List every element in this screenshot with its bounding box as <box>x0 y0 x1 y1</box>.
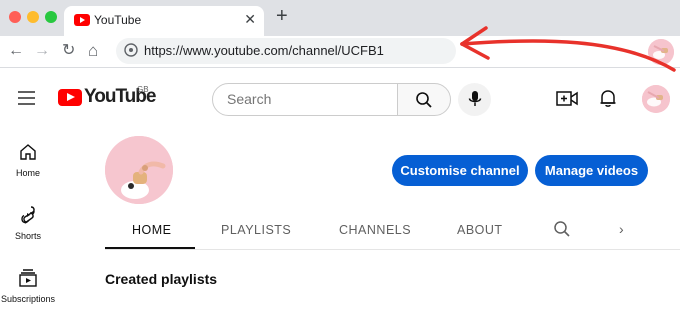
create-video-icon[interactable] <box>556 90 578 108</box>
browser-tab[interactable]: YouTube ✕ <box>64 6 264 36</box>
address-bar[interactable]: https://www.youtube.com/channel/UCFB1 <box>116 38 456 64</box>
subscriptions-icon <box>19 269 37 287</box>
chevron-right-icon[interactable]: › <box>619 221 624 237</box>
site-info-icon[interactable] <box>124 43 138 57</box>
sidebar-item-label: Subscriptions <box>0 294 56 304</box>
sidebar-item-label: Shorts <box>14 231 41 241</box>
manage-videos-button[interactable]: Manage videos <box>535 155 648 186</box>
channel-search-icon[interactable] <box>553 220 571 238</box>
youtube-favicon-icon <box>74 14 90 26</box>
search-icon <box>416 92 432 108</box>
account-avatar[interactable] <box>642 85 670 113</box>
youtube-logo-icon[interactable] <box>58 89 82 106</box>
new-tab-button[interactable]: + <box>276 6 288 26</box>
tab-home[interactable]: HOME <box>132 223 172 237</box>
sidebar-item-label: Home <box>15 168 40 178</box>
tab-channels[interactable]: CHANNELS <box>339 223 411 237</box>
forward-button[interactable]: → <box>34 40 50 62</box>
youtube-header: YouTube GB <box>0 69 680 127</box>
channel-avatar[interactable] <box>105 136 173 204</box>
channel-tabs: HOME PLAYLISTS CHANNELS ABOUT › <box>105 212 680 250</box>
url-text[interactable]: https://www.youtube.com/channel/UCFB1 <box>144 43 384 58</box>
sidebar-item-shorts[interactable]: Shorts <box>0 204 56 260</box>
back-button[interactable]: ← <box>8 40 24 62</box>
tab-close-icon[interactable]: ✕ <box>244 12 256 26</box>
tab-playlists[interactable]: PLAYLISTS <box>221 223 291 237</box>
search-box[interactable] <box>212 83 398 116</box>
country-code: GB <box>137 85 149 94</box>
tab-title: YouTube <box>94 13 142 27</box>
notifications-bell-icon[interactable] <box>598 88 618 108</box>
home-icon <box>20 144 36 160</box>
sidebar-item-home[interactable]: Home <box>0 141 56 197</box>
avatar-image <box>642 85 670 113</box>
window-maximize-button[interactable] <box>45 11 57 23</box>
search-button[interactable] <box>397 83 451 116</box>
active-tab-indicator <box>105 247 195 249</box>
menu-icon[interactable] <box>18 91 35 105</box>
sidebar-item-subscriptions[interactable]: Subscriptions <box>0 267 56 323</box>
search-input[interactable] <box>227 91 387 107</box>
reload-button[interactable]: ↻ <box>62 40 75 62</box>
window-minimize-button[interactable] <box>27 11 39 23</box>
voice-search-button[interactable] <box>458 83 491 116</box>
tab-about[interactable]: ABOUT <box>457 223 503 237</box>
section-title: Created playlists <box>105 271 218 287</box>
home-button[interactable]: ⌂ <box>88 40 98 62</box>
window-close-button[interactable] <box>9 11 21 23</box>
shorts-icon <box>21 206 35 224</box>
channel-avatar-image <box>105 136 173 204</box>
customise-channel-button[interactable]: Customise channel <box>392 155 528 186</box>
microphone-icon <box>468 91 482 106</box>
